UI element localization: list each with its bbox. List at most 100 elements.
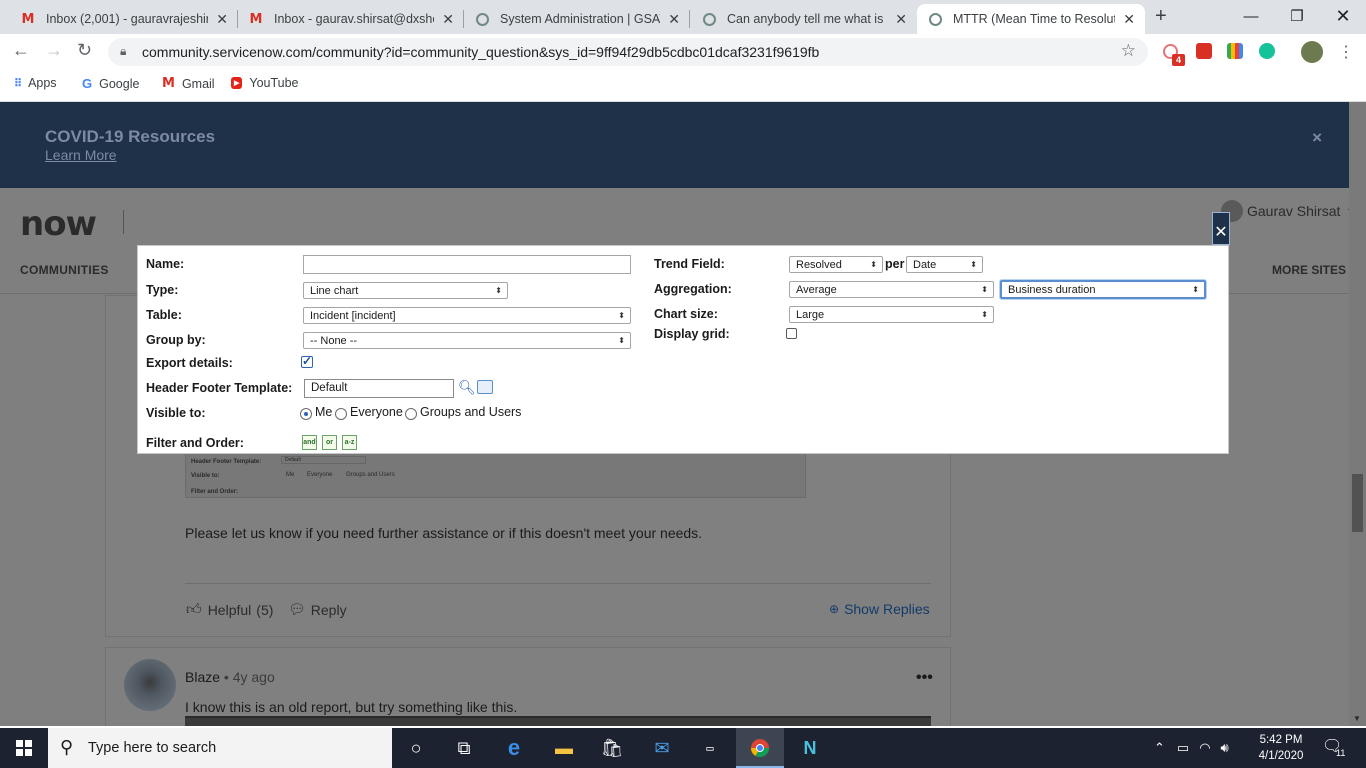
user-menu[interactable]: Gaurav Shirsat ▼ xyxy=(1221,200,1355,222)
visible-me-radio[interactable] xyxy=(300,408,312,420)
export-details-checkbox[interactable] xyxy=(301,354,313,368)
type-select-value: Line chart xyxy=(310,284,359,297)
battery-icon[interactable]: ▭ xyxy=(1177,740,1189,756)
chevron-up-icon[interactable]: ⌃ xyxy=(1154,740,1165,756)
divider xyxy=(185,583,931,584)
close-tab-icon[interactable]: ✕ xyxy=(895,11,907,28)
filter-and-icon[interactable]: and xyxy=(302,435,317,450)
grammarly-icon[interactable] xyxy=(1259,43,1275,59)
store-icon[interactable]: 🛍︎ xyxy=(588,728,636,768)
terminal-icon[interactable]: ▭ xyxy=(686,728,734,768)
reload-icon[interactable]: ↻ xyxy=(77,40,92,61)
header-footer-field[interactable]: Default xyxy=(304,379,454,398)
page-scrollbar[interactable]: ▼ xyxy=(1349,102,1366,726)
aggregation-field-value: Business duration xyxy=(1008,283,1096,296)
thumb-label: Filter and Order: xyxy=(191,489,239,495)
show-replies-button[interactable]: ⊕ Show Replies xyxy=(829,601,930,617)
name-label: Name: xyxy=(146,257,185,271)
name-field[interactable] xyxy=(303,255,631,274)
thumbs-up-icon: 👍︎ xyxy=(186,601,202,618)
tab-title: System Administration | GSAT xyxy=(500,12,661,26)
close-tab-icon[interactable]: ✕ xyxy=(1123,11,1135,28)
comment-author[interactable]: Blaze xyxy=(185,669,220,685)
minimize-icon[interactable]: — xyxy=(1228,0,1274,32)
banner-learn-more-link[interactable]: Learn More xyxy=(45,147,117,163)
task-view-icon[interactable]: ⧉ xyxy=(440,728,488,768)
bookmark-apps[interactable]: ⠿ Apps xyxy=(14,76,57,90)
servicenow-logo[interactable]: now xyxy=(20,204,97,244)
search-icon[interactable]: 🔍︎ xyxy=(458,379,476,396)
wifi-icon[interactable]: ◠ xyxy=(1199,740,1210,756)
mail-icon[interactable]: ✉ xyxy=(638,728,686,768)
aggregation-select[interactable]: Average ⬍ xyxy=(789,281,994,298)
gmail-icon: M xyxy=(162,76,175,91)
tab-title: MTTR (Mean Time to Resolution) xyxy=(953,12,1115,26)
nav-more-sites[interactable]: MORE SITES xyxy=(1272,263,1346,277)
taskbar-search-input[interactable]: ⚲ Type here to search xyxy=(48,728,392,768)
taskbar-clock[interactable]: 5:42 PM 4/1/2020 xyxy=(1251,732,1311,764)
bookmark-gmail[interactable]: M Gmail xyxy=(162,76,215,91)
extension-badge: 4 xyxy=(1172,54,1185,66)
group-by-select[interactable]: -- None -- ⬍ xyxy=(303,332,631,349)
bookmark-google[interactable]: G Google xyxy=(82,76,139,91)
volume-icon[interactable]: 🔊︎ xyxy=(1221,740,1229,756)
color-extension-icon[interactable] xyxy=(1227,43,1243,59)
more-options-icon[interactable]: ••• xyxy=(916,669,933,687)
youtube-icon: ▶ xyxy=(231,77,243,89)
display-grid-checkbox[interactable] xyxy=(786,328,797,339)
browser-tab[interactable]: M Inbox (2,001) - gauravrajeshirsat ✕ xyxy=(10,4,238,34)
table-select[interactable]: Incident [incident] ⬍ xyxy=(303,307,631,324)
app-icon[interactable]: N xyxy=(786,728,834,768)
reply-button[interactable]: 💬︎ Reply xyxy=(288,601,347,618)
pocket-extension-icon[interactable] xyxy=(1196,43,1212,59)
select-arrows-icon: ⬍ xyxy=(1192,285,1199,294)
lock-icon: 🔒︎ xyxy=(120,44,127,58)
file-explorer-icon[interactable]: ▬ xyxy=(540,728,588,768)
new-tab-button[interactable]: + xyxy=(1155,5,1167,28)
cortana-icon[interactable]: ○ xyxy=(392,728,440,768)
per-select[interactable]: Date ⬍ xyxy=(906,256,983,273)
visible-groups-radio[interactable] xyxy=(405,408,417,420)
visible-everyone-radio[interactable] xyxy=(335,408,347,420)
close-tab-icon[interactable]: ✕ xyxy=(216,11,228,28)
chrome-icon[interactable] xyxy=(736,728,784,768)
aggregation-field-select[interactable]: Business duration ⬍ xyxy=(1000,280,1206,299)
profile-avatar[interactable] xyxy=(1301,41,1323,63)
close-icon[interactable]: × xyxy=(1312,128,1322,148)
windows-start-icon[interactable] xyxy=(0,728,48,768)
avatar[interactable] xyxy=(124,659,176,711)
forward-icon[interactable]: → xyxy=(45,40,63,61)
close-tab-icon[interactable]: ✕ xyxy=(442,11,454,28)
scrollbar-thumb[interactable] xyxy=(1352,474,1363,532)
filter-or-icon[interactable]: or xyxy=(322,435,337,450)
helpful-button[interactable]: 👍︎ Helpful (5) xyxy=(186,601,273,619)
bookmark-star-icon[interactable]: ☆ xyxy=(1121,41,1136,61)
notification-count: 11 xyxy=(1336,748,1346,758)
servicenow-icon xyxy=(701,11,717,27)
url-text: community.servicenow.com/community?id=co… xyxy=(142,44,820,60)
reference-lookup-icon[interactable] xyxy=(477,380,493,394)
per-label: per xyxy=(885,257,905,271)
trend-field-select[interactable]: Resolved ⬍ xyxy=(789,256,883,273)
bookmark-youtube[interactable]: ▶ YouTube xyxy=(231,76,299,90)
type-select[interactable]: Line chart ⬍ xyxy=(303,282,508,299)
covid-banner: COVID-19 Resources Learn More × xyxy=(0,102,1366,188)
restore-icon[interactable]: ❐ xyxy=(1274,0,1320,32)
close-tab-icon[interactable]: ✕ xyxy=(668,11,680,28)
chart-size-select[interactable]: Large ⬍ xyxy=(789,306,994,323)
browser-tab[interactable]: Can anybody tell me what is MTTR ✕ xyxy=(691,4,917,34)
close-window-icon[interactable]: ✕ xyxy=(1320,0,1366,32)
scroll-down-icon[interactable]: ▼ xyxy=(1353,714,1361,723)
browser-tab[interactable]: System Administration | GSAT ✕ xyxy=(464,4,690,34)
chrome-menu-icon[interactable]: ⋮ xyxy=(1338,42,1354,62)
browser-tab[interactable]: M Inbox - gaurav.shirsat@dxsherpa ✕ xyxy=(238,4,464,34)
address-bar[interactable]: 🔒︎ community.servicenow.com/community?id… xyxy=(108,38,1148,66)
chart-size-label: Chart size: xyxy=(654,307,718,321)
edge-icon[interactable]: e xyxy=(490,728,538,768)
back-icon[interactable]: ← xyxy=(12,40,30,61)
nav-communities[interactable]: COMMUNITIES xyxy=(20,263,109,277)
search-placeholder: Type here to search xyxy=(88,740,217,756)
sort-az-icon[interactable]: a-z xyxy=(342,435,357,450)
close-icon[interactable]: ✕ xyxy=(1212,212,1230,245)
browser-tab-active[interactable]: MTTR (Mean Time to Resolution) ✕ xyxy=(917,4,1145,34)
